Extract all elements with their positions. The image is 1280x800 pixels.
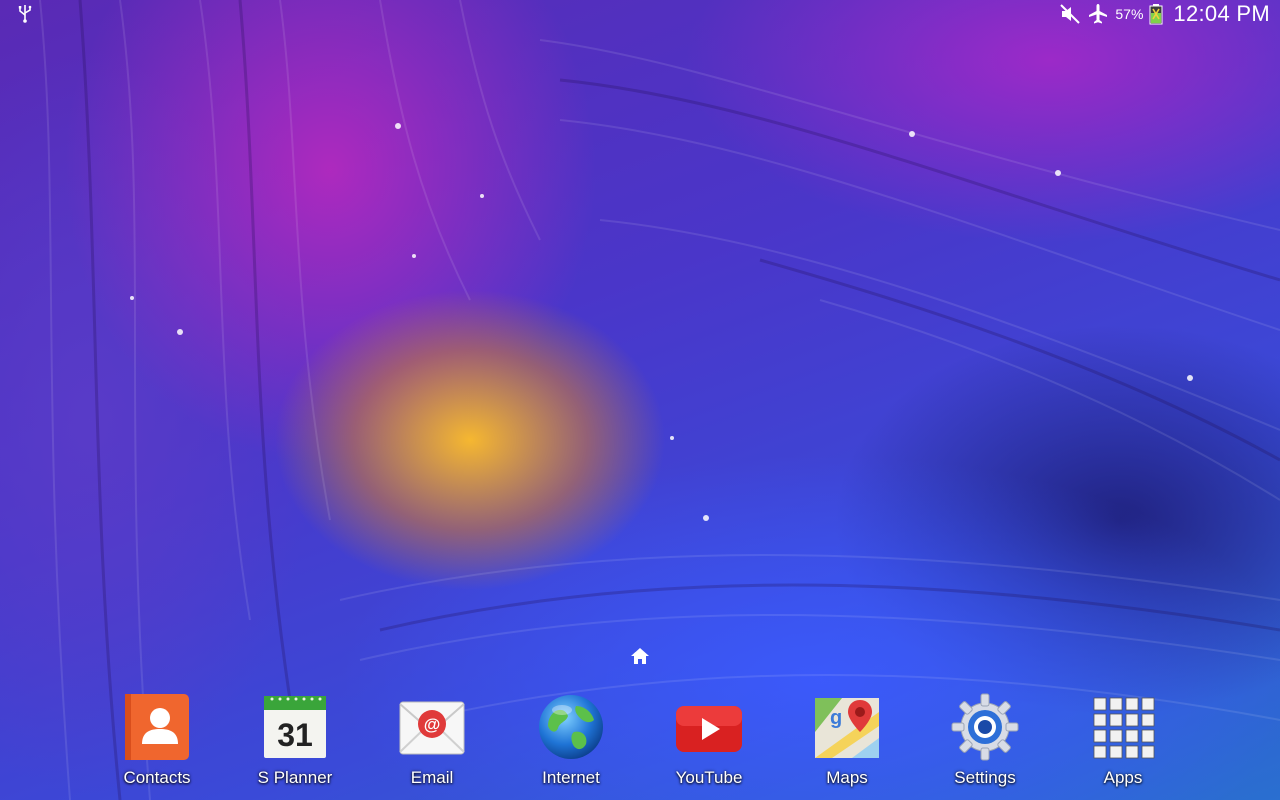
- app-internet[interactable]: Internet: [511, 688, 631, 796]
- mute-icon: [1060, 4, 1081, 24]
- app-label: Contacts: [123, 768, 191, 787]
- maps-icon: g: [815, 698, 879, 758]
- calendar-day: 31: [277, 717, 313, 753]
- app-label: Settings: [954, 768, 1016, 787]
- svg-text:g: g: [830, 707, 842, 729]
- app-maps[interactable]: g Maps: [787, 688, 907, 796]
- svg-text:@: @: [424, 715, 441, 734]
- app-label: Internet: [542, 768, 600, 787]
- app-settings[interactable]: Settings: [925, 688, 1045, 796]
- app-s-planner[interactable]: 31 S Planner: [235, 688, 355, 796]
- apps-grid-icon: [1093, 697, 1155, 759]
- battery-percentage: 57%: [1115, 6, 1144, 22]
- clock: 12:04 PM: [1173, 1, 1270, 26]
- calendar-icon: 31: [264, 696, 326, 758]
- app-email[interactable]: @ Email: [372, 688, 492, 796]
- battery-icon: [1149, 4, 1163, 25]
- wallpaper: [0, 0, 1280, 800]
- airplane-mode-icon: [1089, 4, 1108, 24]
- email-icon: @: [399, 701, 465, 755]
- app-contacts[interactable]: Contacts: [97, 688, 217, 796]
- app-dock: Contacts 31 S Planner @ Email Internet Y…: [0, 688, 1280, 800]
- home-icon[interactable]: [630, 646, 650, 666]
- app-label: YouTube: [675, 768, 743, 787]
- usb-icon: [18, 5, 32, 23]
- globe-icon: [539, 695, 603, 759]
- app-apps[interactable]: Apps: [1063, 688, 1183, 796]
- wallpaper-texture: [39, 0, 1280, 800]
- gear-icon: [951, 693, 1019, 761]
- app-label: S Planner: [257, 768, 333, 787]
- youtube-icon: [676, 706, 742, 752]
- app-youtube[interactable]: YouTube: [649, 688, 769, 796]
- status-icons: 57% 12:04 PM: [1059, 0, 1270, 28]
- app-label: Email: [410, 768, 454, 787]
- status-bar: 57% 12:04 PM: [0, 0, 1280, 28]
- app-label: Maps: [826, 768, 868, 787]
- app-label: Apps: [1103, 768, 1143, 787]
- contacts-icon: [125, 694, 189, 760]
